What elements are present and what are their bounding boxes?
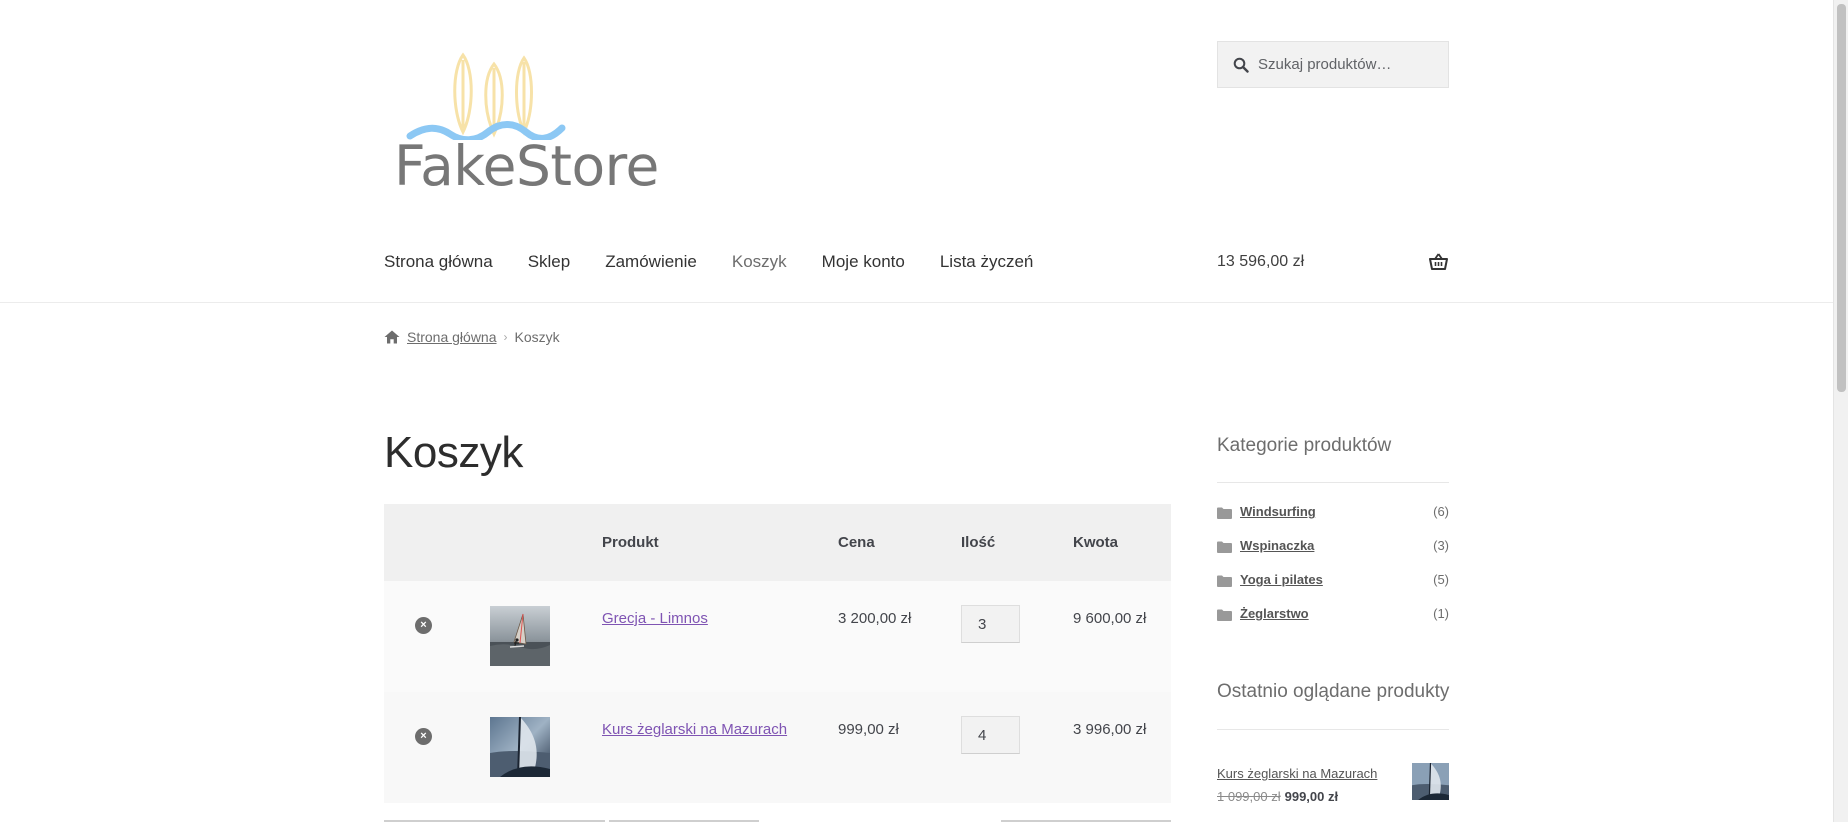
folder-icon	[1217, 507, 1232, 519]
category-link-windsurfing[interactable]: Windsurfing	[1240, 504, 1316, 519]
category-item: Yoga i pilates (5)	[1217, 572, 1449, 592]
windsurfer-photo	[490, 606, 550, 666]
sailboat-photo	[490, 717, 550, 777]
category-item: Windsurfing (6)	[1217, 504, 1449, 524]
category-link-yoga[interactable]: Yoga i pilates	[1240, 572, 1323, 587]
nav-item-wishlist[interactable]: Lista życzeń	[940, 252, 1034, 272]
folder-icon	[1217, 609, 1232, 621]
store-logo[interactable]: FakeStore	[390, 50, 659, 200]
product-price: 3 200,00 zł	[838, 610, 912, 627]
categories-widget-title: Kategorie produktów	[1217, 435, 1392, 456]
header-cart-total[interactable]: 13 596,00 zł	[1217, 253, 1304, 271]
product-price: 999,00 zł	[838, 721, 899, 738]
recent-product-thumbnail[interactable]	[1412, 763, 1449, 800]
widget-divider	[1217, 729, 1449, 730]
search-icon	[1233, 57, 1249, 73]
header-divider	[0, 302, 1833, 303]
product-thumbnail[interactable]	[490, 717, 550, 777]
nav-item-order[interactable]: Zamówienie	[605, 252, 697, 272]
page-scrollbar[interactable]	[1833, 0, 1848, 822]
remove-item-button[interactable]: ×	[415, 617, 432, 634]
breadcrumb-current: Koszyk	[514, 329, 560, 345]
column-price: Cena	[838, 534, 875, 551]
cart-table: Produkt Cena Ilość Kwota × Grecja - Limn…	[384, 504, 1171, 803]
product-subtotal: 3 996,00 zł	[1073, 721, 1147, 738]
surfboards-waves-logo-icon	[406, 52, 566, 140]
nav-item-shop[interactable]: Sklep	[528, 252, 571, 272]
logo-text: FakeStore	[394, 134, 659, 198]
home-icon	[384, 330, 400, 344]
sailboat-photo	[1412, 763, 1449, 800]
category-count: (5)	[1433, 572, 1449, 587]
sale-price: 999,00 zł	[1284, 789, 1339, 804]
scrollbar-thumb[interactable]	[1837, 4, 1846, 392]
category-count: (6)	[1433, 504, 1449, 519]
breadcrumb: Strona główna › Koszyk	[384, 329, 560, 345]
product-link[interactable]: Kurs żeglarski na Mazurach	[602, 721, 787, 738]
old-price: 1 099,00 zł	[1217, 789, 1281, 804]
quantity-input[interactable]	[961, 605, 1020, 643]
product-thumbnail[interactable]	[490, 606, 550, 666]
cart-table-header: Produkt Cena Ilość Kwota	[384, 504, 1171, 581]
category-count: (3)	[1433, 538, 1449, 553]
product-search[interactable]	[1217, 41, 1449, 88]
cart-row: × Kurs żeglarski na Mazurach 999,00 zł 3…	[384, 692, 1171, 803]
column-quantity: Ilość	[961, 534, 996, 551]
category-count: (1)	[1433, 606, 1449, 621]
quantity-input[interactable]	[961, 716, 1020, 754]
recent-product-link[interactable]: Kurs żeglarski na Mazurach	[1217, 766, 1377, 781]
column-subtotal: Kwota	[1073, 534, 1118, 551]
recent-product-price: 1 099,00 zł 999,00 zł	[1217, 789, 1338, 804]
folder-icon	[1217, 541, 1232, 553]
breadcrumb-separator: ›	[503, 330, 508, 344]
nav-item-account[interactable]: Moje konto	[822, 252, 905, 272]
category-item: Żeglarstwo (1)	[1217, 606, 1449, 626]
product-link[interactable]: Grecja - Limnos	[602, 610, 708, 627]
recent-widget-title: Ostatnio oglądane produkty	[1217, 681, 1450, 702]
remove-item-button[interactable]: ×	[415, 728, 432, 745]
nav-item-home[interactable]: Strona główna	[384, 252, 493, 272]
category-link-wspinaczka[interactable]: Wspinaczka	[1240, 538, 1314, 553]
primary-navigation: Strona główna Sklep Zamówienie Koszyk Mo…	[384, 252, 1068, 272]
folder-icon	[1217, 575, 1232, 587]
breadcrumb-home-link[interactable]: Strona główna	[407, 329, 497, 345]
column-product: Produkt	[602, 534, 659, 551]
category-link-zeglarstwo[interactable]: Żeglarstwo	[1240, 606, 1309, 621]
page-title: Koszyk	[384, 428, 523, 477]
nav-item-cart[interactable]: Koszyk	[732, 252, 787, 272]
cart-row: × Grecja - Limnos 3 200,00 zł 9 60	[384, 581, 1171, 692]
basket-icon[interactable]	[1429, 253, 1448, 271]
widget-divider	[1217, 482, 1449, 483]
search-input[interactable]	[1258, 56, 1438, 73]
category-item: Wspinaczka (3)	[1217, 538, 1449, 558]
product-subtotal: 9 600,00 zł	[1073, 610, 1147, 627]
